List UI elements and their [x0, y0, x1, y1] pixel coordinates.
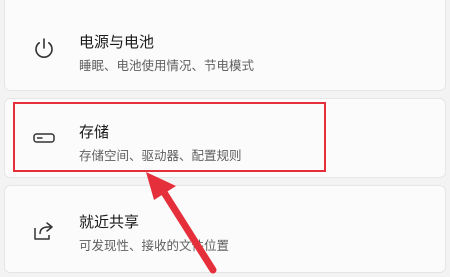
storage-drive-icon: [31, 125, 57, 151]
power-icon: [31, 35, 57, 61]
settings-item-storage[interactable]: 存储 存储空间、驱动器、配置规则: [4, 98, 446, 178]
settings-page: 电源与电池 睡眠、电池使用情况、节电模式 存储 存储空间、驱动器、配置规则 就近…: [0, 0, 450, 277]
settings-item-subtitle: 存储空间、驱动器、配置规则: [79, 148, 242, 163]
settings-item-subtitle: 可发现性、接收的文件位置: [79, 238, 230, 253]
settings-item-title: 就近共享: [79, 213, 140, 231]
share-icon: [31, 218, 57, 244]
settings-item-power-battery[interactable]: 电源与电池 睡眠、电池使用情况、节电模式: [4, 0, 446, 91]
settings-item-title: 电源与电池: [79, 33, 155, 51]
settings-item-subtitle: 睡眠、电池使用情况、节电模式: [79, 58, 255, 73]
settings-item-nearby-sharing[interactable]: 就近共享 可发现性、接收的文件位置: [4, 185, 446, 273]
settings-item-title: 存储: [79, 123, 110, 141]
